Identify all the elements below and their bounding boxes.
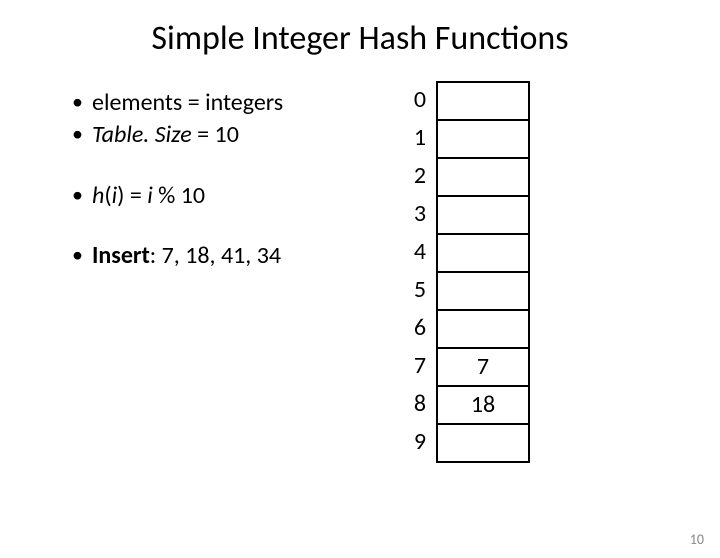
index-label: 4 [410, 233, 426, 271]
index-label: 6 [410, 309, 426, 347]
bullet-tablesize-var: Table. Size [92, 120, 192, 149]
cell [438, 425, 528, 463]
cell [438, 83, 528, 121]
cell [438, 159, 528, 197]
index-label: 5 [410, 271, 426, 309]
hashfn-paren-open: ( [104, 181, 111, 210]
cell [438, 311, 528, 349]
index-label: 8 [410, 385, 426, 423]
bullet-hashfn: h(i) = i % 10 [72, 180, 380, 212]
bullet-tablesize: Table. Size = 10 [72, 119, 380, 151]
index-label: 3 [410, 195, 426, 233]
bullet-elements-text: elements = integers [92, 88, 283, 117]
cell: 18 [438, 387, 528, 425]
hashfn-h: h [92, 181, 104, 210]
index-column: 0 1 2 3 4 5 6 7 8 9 [410, 81, 426, 463]
cell [438, 197, 528, 235]
cell: 7 [438, 349, 528, 387]
cell [438, 273, 528, 311]
slide-body: elements = integers Table. Size = 10 h(i… [0, 87, 720, 463]
cell [438, 121, 528, 159]
cell-column: 7 18 [436, 81, 530, 463]
hashfn-mid: ) = [117, 181, 147, 210]
index-label: 1 [410, 119, 426, 157]
bullet-elements: elements = integers [72, 87, 380, 119]
hash-table: 0 1 2 3 4 5 6 7 8 9 7 18 [410, 81, 530, 463]
index-label: 9 [410, 423, 426, 461]
slide-title: Simple Integer Hash Functions [0, 18, 720, 59]
bullet-insert: Insert: 7, 18, 41, 34 [72, 240, 380, 272]
hashfn-post: % 10 [153, 181, 205, 210]
index-label: 0 [410, 81, 426, 119]
insert-label: Insert [92, 241, 150, 270]
insert-values: : 7, 18, 41, 34 [150, 241, 281, 270]
bullet-list: elements = integers Table. Size = 10 h(i… [0, 87, 380, 273]
index-label: 7 [410, 347, 426, 385]
cell [438, 235, 528, 273]
bullet-tablesize-val: = 10 [192, 120, 239, 149]
index-label: 2 [410, 157, 426, 195]
